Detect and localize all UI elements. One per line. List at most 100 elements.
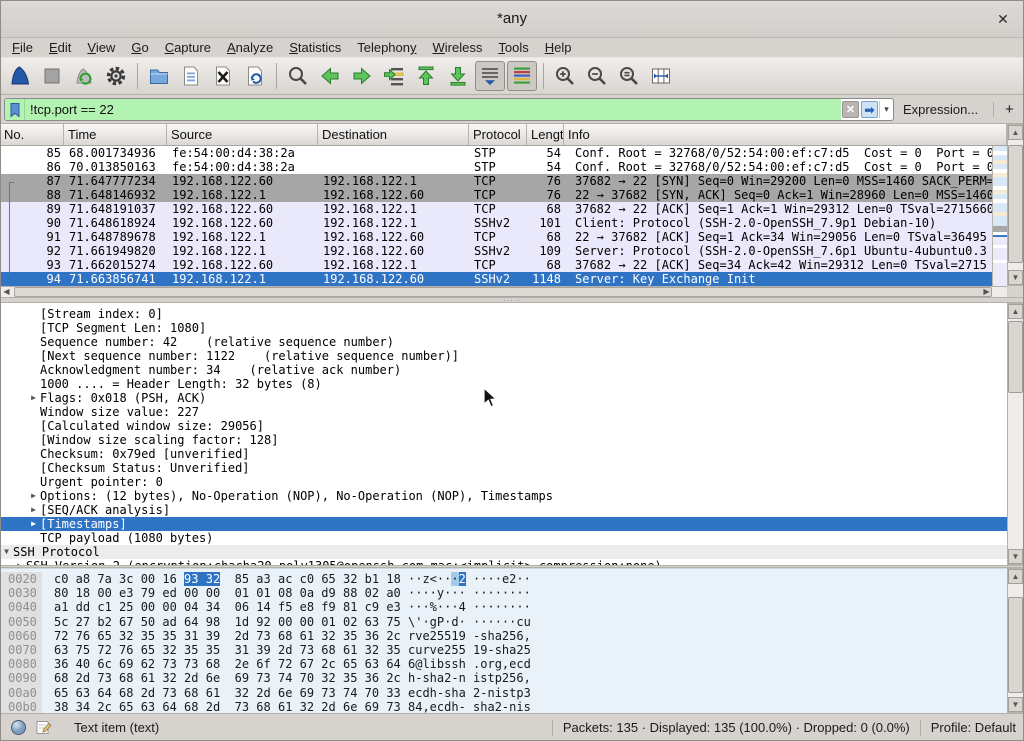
menu-item[interactable]: Telephony xyxy=(349,38,424,57)
detail-tree-item[interactable]: TCP payload (1080 bytes) xyxy=(0,531,1007,545)
bookmark-icon[interactable] xyxy=(5,99,25,120)
detail-tree-item[interactable]: ▶Flags: 0x018 (PSH, ACK) xyxy=(0,391,1007,405)
packet-list-vscrollbar[interactable]: ▲ ▼ xyxy=(1007,124,1024,286)
hex-row[interactable]: 006072 76 65 32 35 35 31 39 2d 73 68 61 … xyxy=(0,629,1007,643)
column-header-destination[interactable]: Destination xyxy=(318,124,469,145)
go-back-button[interactable] xyxy=(315,61,345,91)
expression-button[interactable]: Expression... xyxy=(903,102,978,117)
scroll-thumb[interactable] xyxy=(1008,145,1023,263)
packet-row[interactable]: 8568.001734936fe:54:00:d4:38:2aSTP54Conf… xyxy=(0,146,992,160)
hex-row[interactable]: 009068 2d 73 68 61 32 2d 6e 69 73 74 70 … xyxy=(0,671,1007,685)
auto-scroll-button[interactable] xyxy=(475,61,505,91)
expander-icon[interactable]: ▼ xyxy=(0,545,13,559)
menu-item[interactable]: Edit xyxy=(41,38,79,57)
title-bar[interactable]: *any ✕ xyxy=(0,0,1024,38)
hex-row[interactable]: 008036 40 6c 69 62 73 73 68 2e 6f 72 67 … xyxy=(0,657,1007,671)
profile-text[interactable]: Profile: Default xyxy=(931,720,1016,735)
hex-row[interactable]: 00505c 27 b2 67 50 ad 64 98 1d 92 00 00 … xyxy=(0,615,1007,629)
menu-item[interactable]: Wireless xyxy=(425,38,491,57)
hex-row[interactable]: 0040a1 dd c1 25 00 00 04 34 06 14 f5 e8 … xyxy=(0,600,1007,614)
scroll-left-arrow[interactable]: ◀ xyxy=(0,287,13,297)
display-filter-combo[interactable]: ✕ ➡ ▾ xyxy=(4,98,894,121)
details-vscrollbar[interactable]: ▲ ▼ xyxy=(1007,303,1024,565)
detail-tree-item[interactable]: Checksum: 0x79ed [unverified] xyxy=(0,447,1007,461)
capture-options-button[interactable] xyxy=(101,61,131,91)
detail-tree-item[interactable]: ▶[SEQ/ACK analysis] xyxy=(0,503,1007,517)
expander-icon[interactable]: ▶ xyxy=(27,503,40,517)
scroll-up-arrow[interactable]: ▲ xyxy=(1008,569,1023,584)
expander-icon[interactable]: ▶ xyxy=(27,489,40,503)
close-button[interactable]: ✕ xyxy=(994,10,1012,28)
hex-row[interactable]: 003080 18 00 e3 79 ed 00 00 01 01 08 0a … xyxy=(0,586,1007,600)
detail-tree-item[interactable]: ▶Options: (12 bytes), No-Operation (NOP)… xyxy=(0,489,1007,503)
filter-apply-button[interactable]: ➡ xyxy=(861,101,878,118)
zoom-in-button[interactable] xyxy=(550,61,580,91)
packet-row[interactable]: 9071.648618924192.168.122.60192.168.122.… xyxy=(0,216,992,230)
detail-tree-item[interactable]: Window size value: 227 xyxy=(0,405,1007,419)
detail-tree-item[interactable]: ▶[Timestamps] xyxy=(0,517,1007,531)
start-capture-button[interactable] xyxy=(5,61,35,91)
detail-tree-item[interactable]: [Checksum Status: Unverified] xyxy=(0,461,1007,475)
detail-tree-item[interactable]: [Window size scaling factor: 128] xyxy=(0,433,1007,447)
go-last-button[interactable] xyxy=(443,61,473,91)
scroll-down-arrow[interactable]: ▼ xyxy=(1008,549,1023,564)
filter-add-button[interactable]: + xyxy=(1005,101,1014,118)
detail-tree-item[interactable]: [Calculated window size: 29056] xyxy=(0,419,1007,433)
intelligent-scrollbar[interactable] xyxy=(992,146,1007,286)
detail-tree-item[interactable]: Urgent pointer: 0 xyxy=(0,475,1007,489)
hex-row[interactable]: 00a065 63 64 68 2d 73 68 61 32 2d 6e 69 … xyxy=(0,686,1007,700)
packet-row[interactable]: 8871.648146932192.168.122.1192.168.122.6… xyxy=(0,188,992,202)
packet-row[interactable]: 9371.662015274192.168.122.60192.168.122.… xyxy=(0,258,992,272)
menu-item[interactable]: Analyze xyxy=(219,38,281,57)
hex-vscrollbar[interactable]: ▲ ▼ xyxy=(1007,568,1024,713)
packet-row[interactable]: 9271.661949820192.168.122.1192.168.122.6… xyxy=(0,244,992,258)
column-header-info[interactable]: Info xyxy=(564,124,1007,145)
expert-info-icon[interactable] xyxy=(10,719,27,736)
find-packet-button[interactable] xyxy=(283,61,313,91)
hex-row[interactable]: 007063 75 72 76 65 32 35 35 31 39 2d 73 … xyxy=(0,643,1007,657)
scroll-down-arrow[interactable]: ▼ xyxy=(1008,270,1023,285)
go-first-button[interactable] xyxy=(411,61,441,91)
reload-file-button[interactable] xyxy=(240,61,270,91)
display-filter-input[interactable] xyxy=(25,99,841,120)
packet-row[interactable]: 8771.647777234192.168.122.60192.168.122.… xyxy=(0,174,992,188)
close-file-button[interactable] xyxy=(208,61,238,91)
detail-tree-item[interactable]: ▼SSH Protocol xyxy=(0,545,1007,559)
menu-item[interactable]: Statistics xyxy=(281,38,349,57)
scroll-down-arrow[interactable]: ▼ xyxy=(1008,697,1023,712)
column-header-length[interactable]: Length xyxy=(527,124,564,145)
detail-tree-item[interactable]: Sequence number: 42 (relative sequence n… xyxy=(0,335,1007,349)
menu-item[interactable]: File xyxy=(4,38,41,57)
zoom-out-button[interactable] xyxy=(582,61,612,91)
expander-icon[interactable]: ▶ xyxy=(27,391,40,405)
scroll-right-arrow[interactable]: ▶ xyxy=(980,287,993,297)
packet-row[interactable]: 9171.648789678192.168.122.1192.168.122.6… xyxy=(0,230,992,244)
packet-row[interactable]: 8971.648191037192.168.122.60192.168.122.… xyxy=(0,202,992,216)
detail-tree-item[interactable]: [Stream index: 0] xyxy=(0,307,1007,321)
menu-item[interactable]: Tools xyxy=(490,38,536,57)
colorize-button[interactable] xyxy=(507,61,537,91)
open-file-button[interactable] xyxy=(144,61,174,91)
go-forward-button[interactable] xyxy=(347,61,377,91)
menu-item[interactable]: View xyxy=(79,38,123,57)
filter-clear-button[interactable]: ✕ xyxy=(842,101,859,118)
hex-row[interactable]: 0020c0 a8 7a 3c 00 16 93 32 85 a3 ac c0 … xyxy=(0,572,1007,586)
detail-tree-item[interactable]: Acknowledgment number: 34 (relative ack … xyxy=(0,363,1007,377)
save-file-button[interactable] xyxy=(176,61,206,91)
scroll-up-arrow[interactable]: ▲ xyxy=(1008,125,1023,140)
go-to-packet-button[interactable] xyxy=(379,61,409,91)
column-header-no[interactable]: No. xyxy=(0,124,64,145)
detail-tree-item[interactable]: [Next sequence number: 1122 (relative se… xyxy=(0,349,1007,363)
capture-comment-icon[interactable] xyxy=(35,719,52,736)
stop-capture-button[interactable] xyxy=(37,61,67,91)
expander-icon[interactable]: ▶ xyxy=(27,517,40,531)
scroll-up-arrow[interactable]: ▲ xyxy=(1008,304,1023,319)
packet-row[interactable]: 8670.013850163fe:54:00:d4:38:2aSTP54Conf… xyxy=(0,160,992,174)
menu-item[interactable]: Capture xyxy=(157,38,219,57)
menu-item[interactable]: Help xyxy=(537,38,580,57)
filter-dropdown-caret[interactable]: ▾ xyxy=(879,101,893,118)
menu-item[interactable]: Go xyxy=(123,38,156,57)
detail-tree-item[interactable]: [TCP Segment Len: 1080] xyxy=(0,321,1007,335)
column-header-time[interactable]: Time xyxy=(64,124,167,145)
scroll-thumb[interactable] xyxy=(1008,597,1023,693)
